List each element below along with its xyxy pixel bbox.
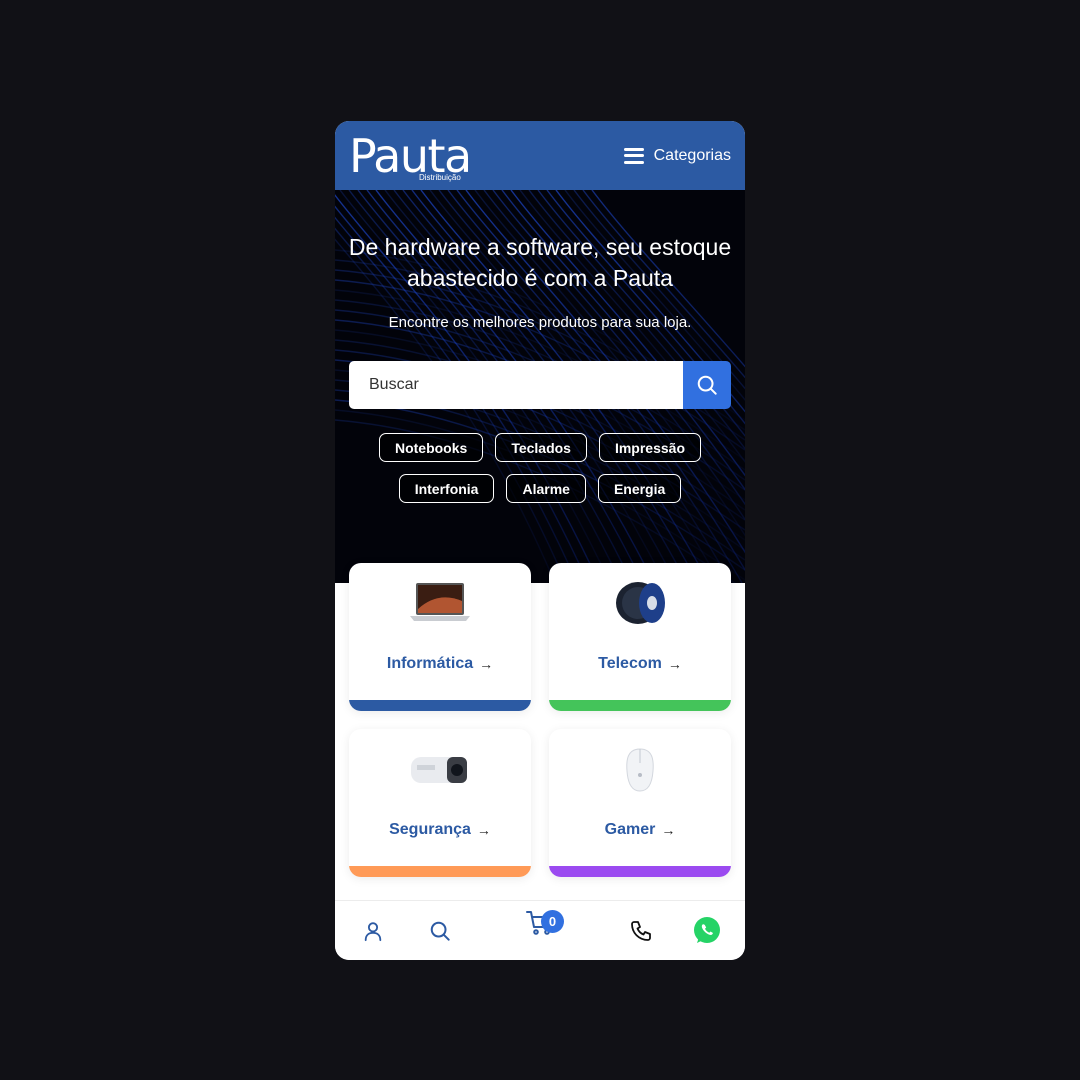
search-input[interactable] <box>349 361 683 409</box>
category-card-seguranca[interactable]: Segurança → <box>349 729 531 877</box>
search-nav-button[interactable] <box>415 901 465 960</box>
categories-menu-label: Categorias <box>653 146 731 164</box>
cart-count-badge: 0 <box>541 910 564 933</box>
chip-teclados[interactable]: Teclados <box>495 433 587 462</box>
chip-interfonia[interactable]: Interfonia <box>398 474 495 503</box>
gaming-mouse-image <box>549 745 731 795</box>
logo-subtitle: Distribuição <box>419 172 461 182</box>
brand-logo[interactable]: Pauta Distribuição <box>349 127 472 185</box>
hero-banner: De hardware a software, seu estoque abas… <box>335 190 745 583</box>
search-icon <box>430 921 450 941</box>
arrow-right-icon: → <box>476 822 491 838</box>
cable-spool-image <box>549 579 731 629</box>
user-icon <box>364 922 382 942</box>
phone-button[interactable] <box>616 901 666 960</box>
hamburger-icon <box>623 147 644 164</box>
category-card-informatica[interactable]: Informática → <box>349 563 531 711</box>
category-name: Segurança <box>389 821 471 838</box>
category-label: Telecom → <box>549 655 731 673</box>
category-accent-bar <box>549 700 731 711</box>
account-button[interactable] <box>348 901 398 960</box>
top-bar: Pauta Distribuição Categorias <box>335 121 745 190</box>
category-name: Telecom <box>598 655 662 672</box>
hero-subtitle: Encontre os melhores produtos para sua l… <box>388 314 692 331</box>
category-name: Informática <box>386 655 474 672</box>
category-accent-bar <box>349 700 531 711</box>
search-bar <box>349 361 731 409</box>
chip-energia[interactable]: Energia <box>597 474 682 503</box>
laptop-image <box>349 579 531 629</box>
category-label: Informática → <box>349 655 531 673</box>
whatsapp-icon <box>694 917 720 943</box>
chip-row-1: Notebooks Teclados Impressão <box>335 433 745 462</box>
category-card-gamer[interactable]: Gamer → <box>549 729 731 877</box>
arrow-right-icon: → <box>479 656 494 672</box>
hero-title: De hardware a software, seu estoque abas… <box>348 234 732 291</box>
phone-icon <box>631 921 651 941</box>
category-label: Gamer → <box>549 821 731 839</box>
arrow-right-icon: → <box>661 822 676 838</box>
arrow-right-icon: → <box>667 656 682 672</box>
cart-button-overlay[interactable]: 0 <box>505 888 575 958</box>
categories-menu-button[interactable]: Categorias <box>623 146 731 165</box>
search-button[interactable] <box>683 361 731 409</box>
category-label: Segurança → <box>349 821 531 839</box>
chip-row-2: Interfonia Alarme Energia <box>335 474 745 503</box>
whatsapp-button[interactable] <box>682 901 732 960</box>
chip-alarme[interactable]: Alarme <box>506 474 586 503</box>
search-icon <box>697 375 717 395</box>
chip-impressao[interactable]: Impressão <box>598 433 702 462</box>
bottom-navigation: 0 0 <box>335 900 745 960</box>
security-camera-image <box>349 745 531 795</box>
chip-notebooks[interactable]: Notebooks <box>378 433 484 462</box>
phone-frame: Pauta Distribuição Categorias De hardwar… <box>335 121 745 960</box>
category-accent-bar <box>549 866 731 877</box>
category-accent-bar <box>349 866 531 877</box>
category-name: Gamer <box>604 821 656 838</box>
category-card-telecom[interactable]: Telecom → <box>549 563 731 711</box>
quick-filter-chips: Notebooks Teclados Impressão Interfonia … <box>335 433 745 515</box>
